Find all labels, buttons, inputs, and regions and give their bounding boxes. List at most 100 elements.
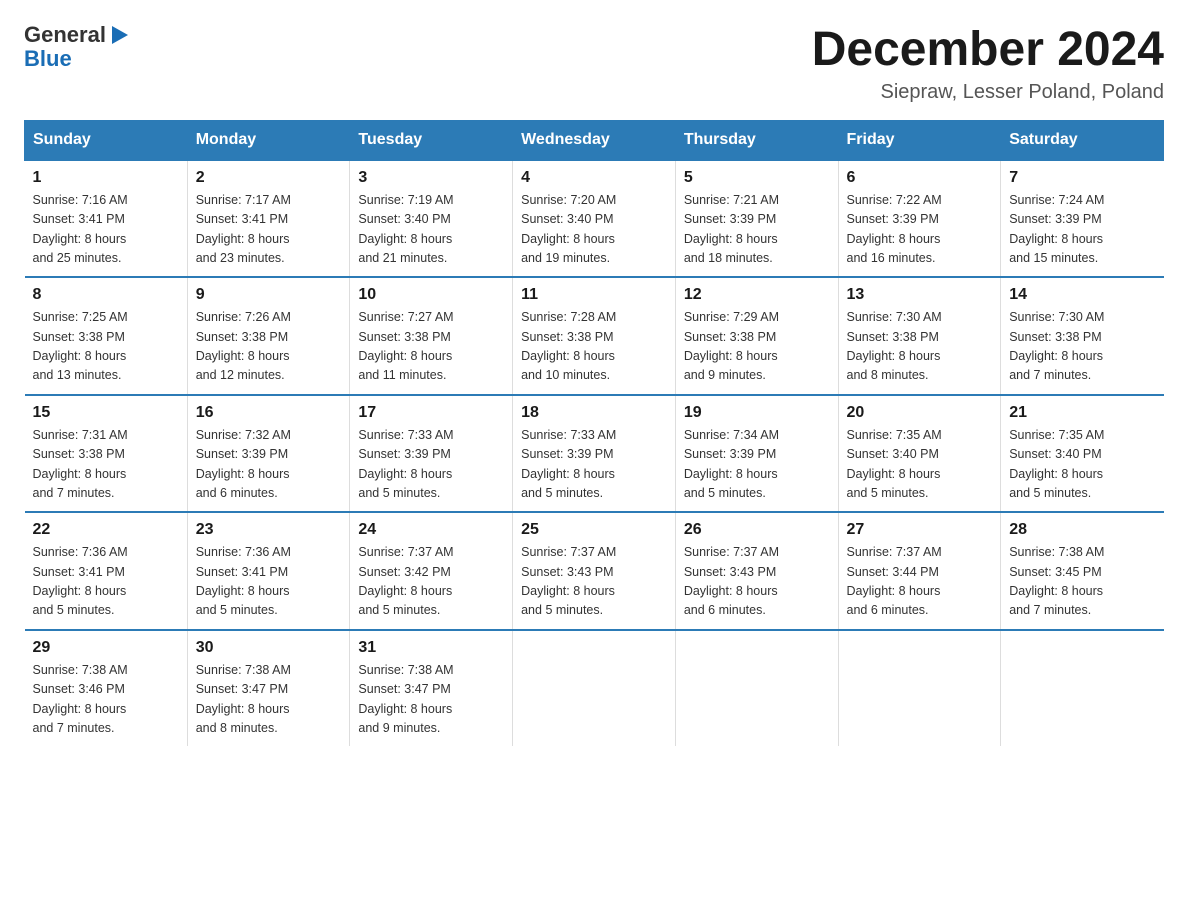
day-number: 13 bbox=[847, 286, 993, 304]
calendar-cell: 25 Sunrise: 7:37 AMSunset: 3:43 PMDaylig… bbox=[513, 512, 676, 630]
day-info: Sunrise: 7:24 AMSunset: 3:39 PMDaylight:… bbox=[1009, 193, 1104, 265]
day-info: Sunrise: 7:29 AMSunset: 3:38 PMDaylight:… bbox=[684, 310, 779, 382]
day-number: 5 bbox=[684, 169, 830, 187]
day-info: Sunrise: 7:38 AMSunset: 3:47 PMDaylight:… bbox=[196, 663, 291, 735]
calendar-cell: 9 Sunrise: 7:26 AMSunset: 3:38 PMDayligh… bbox=[187, 277, 350, 395]
day-number: 15 bbox=[33, 404, 179, 422]
calendar-cell: 28 Sunrise: 7:38 AMSunset: 3:45 PMDaylig… bbox=[1001, 512, 1164, 630]
calendar-cell: 1 Sunrise: 7:16 AMSunset: 3:41 PMDayligh… bbox=[25, 160, 188, 278]
calendar-cell: 7 Sunrise: 7:24 AMSunset: 3:39 PMDayligh… bbox=[1001, 160, 1164, 278]
day-info: Sunrise: 7:30 AMSunset: 3:38 PMDaylight:… bbox=[847, 310, 942, 382]
calendar-cell: 19 Sunrise: 7:34 AMSunset: 3:39 PMDaylig… bbox=[675, 395, 838, 513]
logo-blue: Blue bbox=[24, 46, 72, 72]
title-block: December 2024 Siepraw, Lesser Poland, Po… bbox=[812, 24, 1164, 104]
day-number: 9 bbox=[196, 286, 342, 304]
weekday-header-saturday: Saturday bbox=[1001, 120, 1164, 160]
day-info: Sunrise: 7:37 AMSunset: 3:43 PMDaylight:… bbox=[521, 545, 616, 617]
calendar-cell: 27 Sunrise: 7:37 AMSunset: 3:44 PMDaylig… bbox=[838, 512, 1001, 630]
day-info: Sunrise: 7:28 AMSunset: 3:38 PMDaylight:… bbox=[521, 310, 616, 382]
day-number: 22 bbox=[33, 521, 179, 539]
calendar-title: December 2024 bbox=[812, 24, 1164, 77]
day-info: Sunrise: 7:38 AMSunset: 3:45 PMDaylight:… bbox=[1009, 545, 1104, 617]
day-info: Sunrise: 7:30 AMSunset: 3:38 PMDaylight:… bbox=[1009, 310, 1104, 382]
day-info: Sunrise: 7:37 AMSunset: 3:42 PMDaylight:… bbox=[358, 545, 453, 617]
calendar-cell bbox=[1001, 630, 1164, 747]
day-number: 17 bbox=[358, 404, 504, 422]
calendar-cell: 10 Sunrise: 7:27 AMSunset: 3:38 PMDaylig… bbox=[350, 277, 513, 395]
day-info: Sunrise: 7:35 AMSunset: 3:40 PMDaylight:… bbox=[847, 428, 942, 500]
day-number: 21 bbox=[1009, 404, 1155, 422]
calendar-week-row: 22 Sunrise: 7:36 AMSunset: 3:41 PMDaylig… bbox=[25, 512, 1164, 630]
day-number: 27 bbox=[847, 521, 993, 539]
calendar-cell bbox=[675, 630, 838, 747]
day-info: Sunrise: 7:21 AMSunset: 3:39 PMDaylight:… bbox=[684, 193, 779, 265]
day-info: Sunrise: 7:37 AMSunset: 3:43 PMDaylight:… bbox=[684, 545, 779, 617]
day-number: 3 bbox=[358, 169, 504, 187]
day-info: Sunrise: 7:31 AMSunset: 3:38 PMDaylight:… bbox=[33, 428, 128, 500]
calendar-cell: 29 Sunrise: 7:38 AMSunset: 3:46 PMDaylig… bbox=[25, 630, 188, 747]
day-number: 19 bbox=[684, 404, 830, 422]
logo-triangle-icon bbox=[108, 24, 130, 46]
day-info: Sunrise: 7:22 AMSunset: 3:39 PMDaylight:… bbox=[847, 193, 942, 265]
calendar-week-row: 8 Sunrise: 7:25 AMSunset: 3:38 PMDayligh… bbox=[25, 277, 1164, 395]
calendar-cell: 14 Sunrise: 7:30 AMSunset: 3:38 PMDaylig… bbox=[1001, 277, 1164, 395]
day-number: 11 bbox=[521, 286, 667, 304]
day-number: 10 bbox=[358, 286, 504, 304]
calendar-cell: 6 Sunrise: 7:22 AMSunset: 3:39 PMDayligh… bbox=[838, 160, 1001, 278]
calendar-week-row: 29 Sunrise: 7:38 AMSunset: 3:46 PMDaylig… bbox=[25, 630, 1164, 747]
day-number: 4 bbox=[521, 169, 667, 187]
calendar-cell: 8 Sunrise: 7:25 AMSunset: 3:38 PMDayligh… bbox=[25, 277, 188, 395]
day-info: Sunrise: 7:36 AMSunset: 3:41 PMDaylight:… bbox=[196, 545, 291, 617]
weekday-header-sunday: Sunday bbox=[25, 120, 188, 160]
day-number: 25 bbox=[521, 521, 667, 539]
calendar-week-row: 1 Sunrise: 7:16 AMSunset: 3:41 PMDayligh… bbox=[25, 160, 1164, 278]
day-number: 7 bbox=[1009, 169, 1155, 187]
calendar-cell: 4 Sunrise: 7:20 AMSunset: 3:40 PMDayligh… bbox=[513, 160, 676, 278]
calendar-cell: 16 Sunrise: 7:32 AMSunset: 3:39 PMDaylig… bbox=[187, 395, 350, 513]
calendar-cell: 17 Sunrise: 7:33 AMSunset: 3:39 PMDaylig… bbox=[350, 395, 513, 513]
day-info: Sunrise: 7:26 AMSunset: 3:38 PMDaylight:… bbox=[196, 310, 291, 382]
weekday-header-thursday: Thursday bbox=[675, 120, 838, 160]
calendar-cell: 11 Sunrise: 7:28 AMSunset: 3:38 PMDaylig… bbox=[513, 277, 676, 395]
calendar-cell: 30 Sunrise: 7:38 AMSunset: 3:47 PMDaylig… bbox=[187, 630, 350, 747]
day-info: Sunrise: 7:16 AMSunset: 3:41 PMDaylight:… bbox=[33, 193, 128, 265]
calendar-cell: 15 Sunrise: 7:31 AMSunset: 3:38 PMDaylig… bbox=[25, 395, 188, 513]
calendar-cell bbox=[838, 630, 1001, 747]
day-info: Sunrise: 7:33 AMSunset: 3:39 PMDaylight:… bbox=[358, 428, 453, 500]
calendar-week-row: 15 Sunrise: 7:31 AMSunset: 3:38 PMDaylig… bbox=[25, 395, 1164, 513]
day-info: Sunrise: 7:36 AMSunset: 3:41 PMDaylight:… bbox=[33, 545, 128, 617]
calendar-cell: 13 Sunrise: 7:30 AMSunset: 3:38 PMDaylig… bbox=[838, 277, 1001, 395]
day-info: Sunrise: 7:33 AMSunset: 3:39 PMDaylight:… bbox=[521, 428, 616, 500]
day-number: 26 bbox=[684, 521, 830, 539]
day-number: 8 bbox=[33, 286, 179, 304]
day-info: Sunrise: 7:37 AMSunset: 3:44 PMDaylight:… bbox=[847, 545, 942, 617]
calendar-cell: 22 Sunrise: 7:36 AMSunset: 3:41 PMDaylig… bbox=[25, 512, 188, 630]
day-number: 2 bbox=[196, 169, 342, 187]
day-number: 16 bbox=[196, 404, 342, 422]
page-header: General Blue December 2024 Siepraw, Less… bbox=[24, 24, 1164, 104]
day-info: Sunrise: 7:25 AMSunset: 3:38 PMDaylight:… bbox=[33, 310, 128, 382]
day-number: 20 bbox=[847, 404, 993, 422]
calendar-cell: 31 Sunrise: 7:38 AMSunset: 3:47 PMDaylig… bbox=[350, 630, 513, 747]
calendar-cell: 20 Sunrise: 7:35 AMSunset: 3:40 PMDaylig… bbox=[838, 395, 1001, 513]
day-info: Sunrise: 7:17 AMSunset: 3:41 PMDaylight:… bbox=[196, 193, 291, 265]
day-number: 18 bbox=[521, 404, 667, 422]
day-info: Sunrise: 7:35 AMSunset: 3:40 PMDaylight:… bbox=[1009, 428, 1104, 500]
logo-general: General bbox=[24, 24, 106, 46]
day-info: Sunrise: 7:19 AMSunset: 3:40 PMDaylight:… bbox=[358, 193, 453, 265]
calendar-cell: 23 Sunrise: 7:36 AMSunset: 3:41 PMDaylig… bbox=[187, 512, 350, 630]
day-info: Sunrise: 7:20 AMSunset: 3:40 PMDaylight:… bbox=[521, 193, 616, 265]
calendar-cell: 3 Sunrise: 7:19 AMSunset: 3:40 PMDayligh… bbox=[350, 160, 513, 278]
calendar-cell: 2 Sunrise: 7:17 AMSunset: 3:41 PMDayligh… bbox=[187, 160, 350, 278]
day-info: Sunrise: 7:27 AMSunset: 3:38 PMDaylight:… bbox=[358, 310, 453, 382]
logo: General Blue bbox=[24, 24, 130, 72]
day-number: 31 bbox=[358, 639, 504, 657]
calendar-table: SundayMondayTuesdayWednesdayThursdayFrid… bbox=[24, 120, 1164, 747]
day-info: Sunrise: 7:38 AMSunset: 3:46 PMDaylight:… bbox=[33, 663, 128, 735]
calendar-cell: 21 Sunrise: 7:35 AMSunset: 3:40 PMDaylig… bbox=[1001, 395, 1164, 513]
day-number: 29 bbox=[33, 639, 179, 657]
weekday-header-monday: Monday bbox=[187, 120, 350, 160]
calendar-cell: 12 Sunrise: 7:29 AMSunset: 3:38 PMDaylig… bbox=[675, 277, 838, 395]
day-number: 6 bbox=[847, 169, 993, 187]
day-number: 12 bbox=[684, 286, 830, 304]
